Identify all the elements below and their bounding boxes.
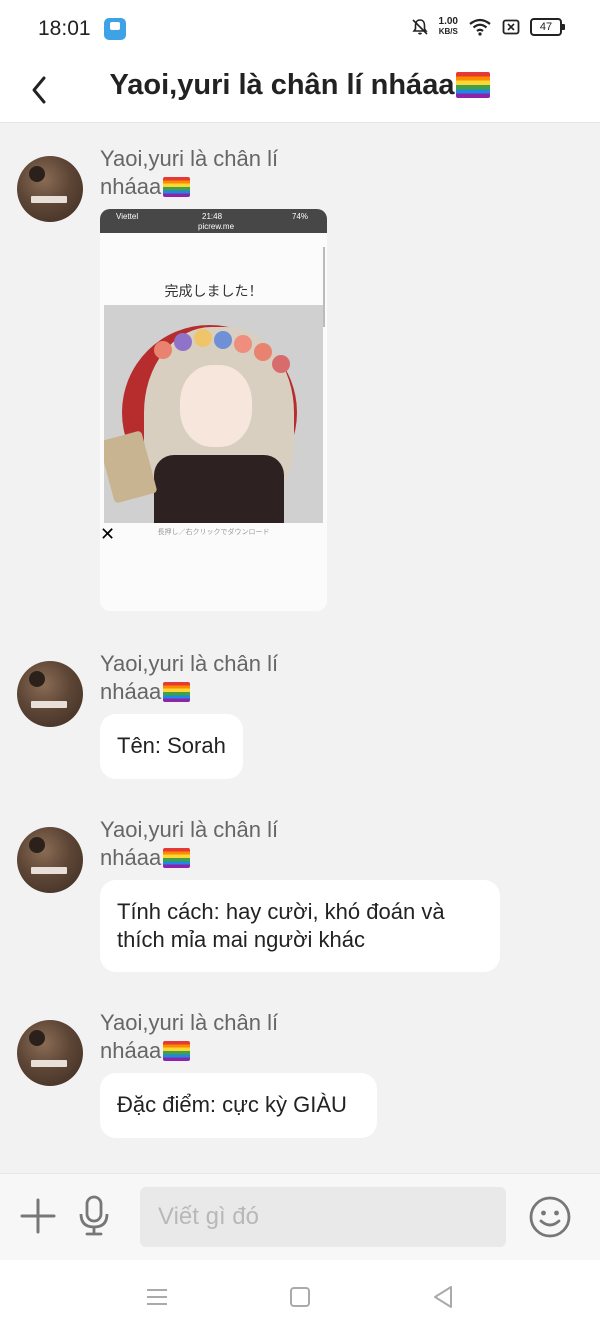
sender-name: Yaoi,yuri là chân lí nháaa (100, 1010, 279, 1063)
battery-icon: 47 (530, 18, 565, 36)
net-speed-value: 1.00 (438, 16, 458, 27)
composer-bar (0, 1173, 600, 1260)
page-title: Yaoi,yuri là chân lí nháaa (80, 69, 520, 102)
image-battery: 74% (292, 212, 309, 221)
home-icon[interactable] (285, 1282, 315, 1312)
app-notification-icon (104, 18, 126, 40)
rainbow-flag-icon (163, 848, 191, 868)
picrew-illustration (104, 305, 323, 523)
message-bubble[interactable]: Đặc điểm: cực kỳ GIÀU (100, 1073, 377, 1138)
rainbow-flag-icon (163, 177, 191, 197)
back-button[interactable] (22, 66, 70, 114)
image-message[interactable]: Viettel 21:48 74% picrew.me 完成しました！ ✕ 長押… (100, 209, 327, 611)
image-url: picrew.me (198, 222, 235, 231)
image-status-bar: Viettel 21:48 74% picrew.me (100, 209, 327, 233)
status-bar: 18:01 1.00 KB/S 47 (0, 0, 600, 58)
add-attachment-button[interactable] (18, 1196, 58, 1236)
avatar[interactable] (17, 827, 83, 893)
message-bubble[interactable]: Tính cách: hay cười, khó đoán và thích m… (100, 880, 500, 972)
image-caption: 長押し／右クリックでダウンロード (157, 529, 270, 536)
microphone-button[interactable] (74, 1194, 114, 1238)
message-input[interactable] (140, 1187, 506, 1247)
avatar[interactable] (17, 1020, 83, 1086)
page-title-text: Yaoi,yuri là chân lí nháaa (109, 69, 455, 101)
wifi-icon (469, 18, 491, 36)
status-time: 18:01 (38, 17, 91, 40)
emoji-button[interactable] (528, 1195, 572, 1239)
mute-bell-icon (411, 19, 428, 35)
sender-name: Yaoi,yuri là chân lí nháaa (100, 817, 279, 870)
avatar[interactable] (17, 156, 83, 222)
message-list[interactable]: Yaoi,yuri là chân lí nháaa Viettel 21:48… (0, 123, 600, 1173)
image-time: 21:48 (202, 212, 223, 221)
message-bubble[interactable]: Tên: Sorah (100, 714, 243, 779)
rainbow-flag-icon (163, 1041, 191, 1061)
rainbow-flag-icon (456, 72, 491, 98)
net-speed-unit: KB/S (438, 27, 458, 36)
rainbow-flag-icon (163, 682, 191, 702)
chat-header: Yaoi,yuri là chân lí nháaa (0, 58, 600, 123)
sender-name: Yaoi,yuri là chân lí nháaa (100, 651, 279, 704)
net-speed: 1.00 KB/S (439, 17, 458, 37)
avatar[interactable] (17, 661, 83, 727)
image-title: 完成しました！ (164, 283, 263, 299)
image-carrier: Viettel (116, 212, 139, 221)
sim-icon (502, 19, 520, 35)
back-nav-icon[interactable] (428, 1282, 458, 1312)
menu-icon[interactable] (142, 1282, 172, 1312)
status-icons: 1.00 KB/S 47 (411, 17, 565, 37)
sender-name: Yaoi,yuri là chân lí nháaa (100, 146, 279, 199)
system-nav-bar (0, 1260, 600, 1333)
